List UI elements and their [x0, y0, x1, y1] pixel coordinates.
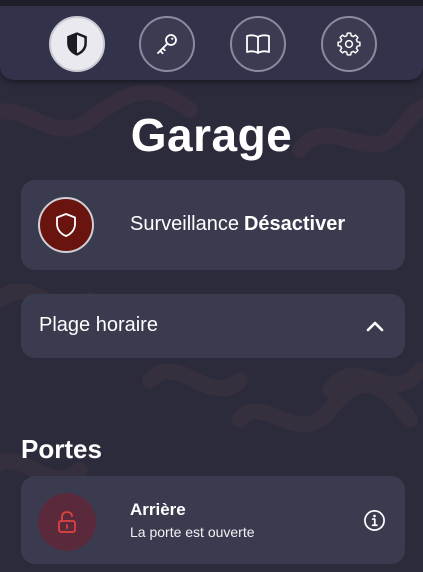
nav-settings-button[interactable] [321, 16, 377, 72]
door-name: Arrière [130, 500, 186, 519]
surveillance-state[interactable]: Désactiver [244, 213, 345, 235]
unlocked-padlock-icon [58, 511, 76, 533]
schedule-toggle[interactable] [361, 312, 389, 340]
gear-icon [337, 32, 361, 56]
shield-icon [67, 32, 87, 56]
surveillance-label: Surveillance [130, 213, 239, 235]
surveillance-card: Surveillance Désactiver [21, 180, 405, 270]
door-card[interactable]: Arrière La porte est ouverte [21, 476, 405, 564]
top-navigation-bar [0, 0, 423, 80]
doors-section-title: Portes [21, 434, 102, 464]
shield-icon [56, 213, 76, 237]
schedule-label: Plage horaire [39, 314, 158, 336]
nav-key-button[interactable] [139, 16, 195, 72]
door-lock-status [38, 493, 96, 551]
page-title: Garage [130, 109, 293, 161]
nav-book-button[interactable] [230, 16, 286, 72]
chevron-up-icon [366, 321, 384, 332]
book-icon [246, 34, 270, 54]
door-status: La porte est ouverte [130, 524, 255, 540]
info-icon [363, 509, 385, 531]
nav-shield-button[interactable] [49, 16, 105, 72]
surveillance-toggle-button[interactable] [38, 197, 94, 253]
schedule-card[interactable]: Plage horaire [21, 294, 405, 358]
surveillance-status: Surveillance Désactiver [130, 213, 345, 236]
door-info-button[interactable] [362, 508, 386, 532]
key-icon [157, 34, 177, 55]
